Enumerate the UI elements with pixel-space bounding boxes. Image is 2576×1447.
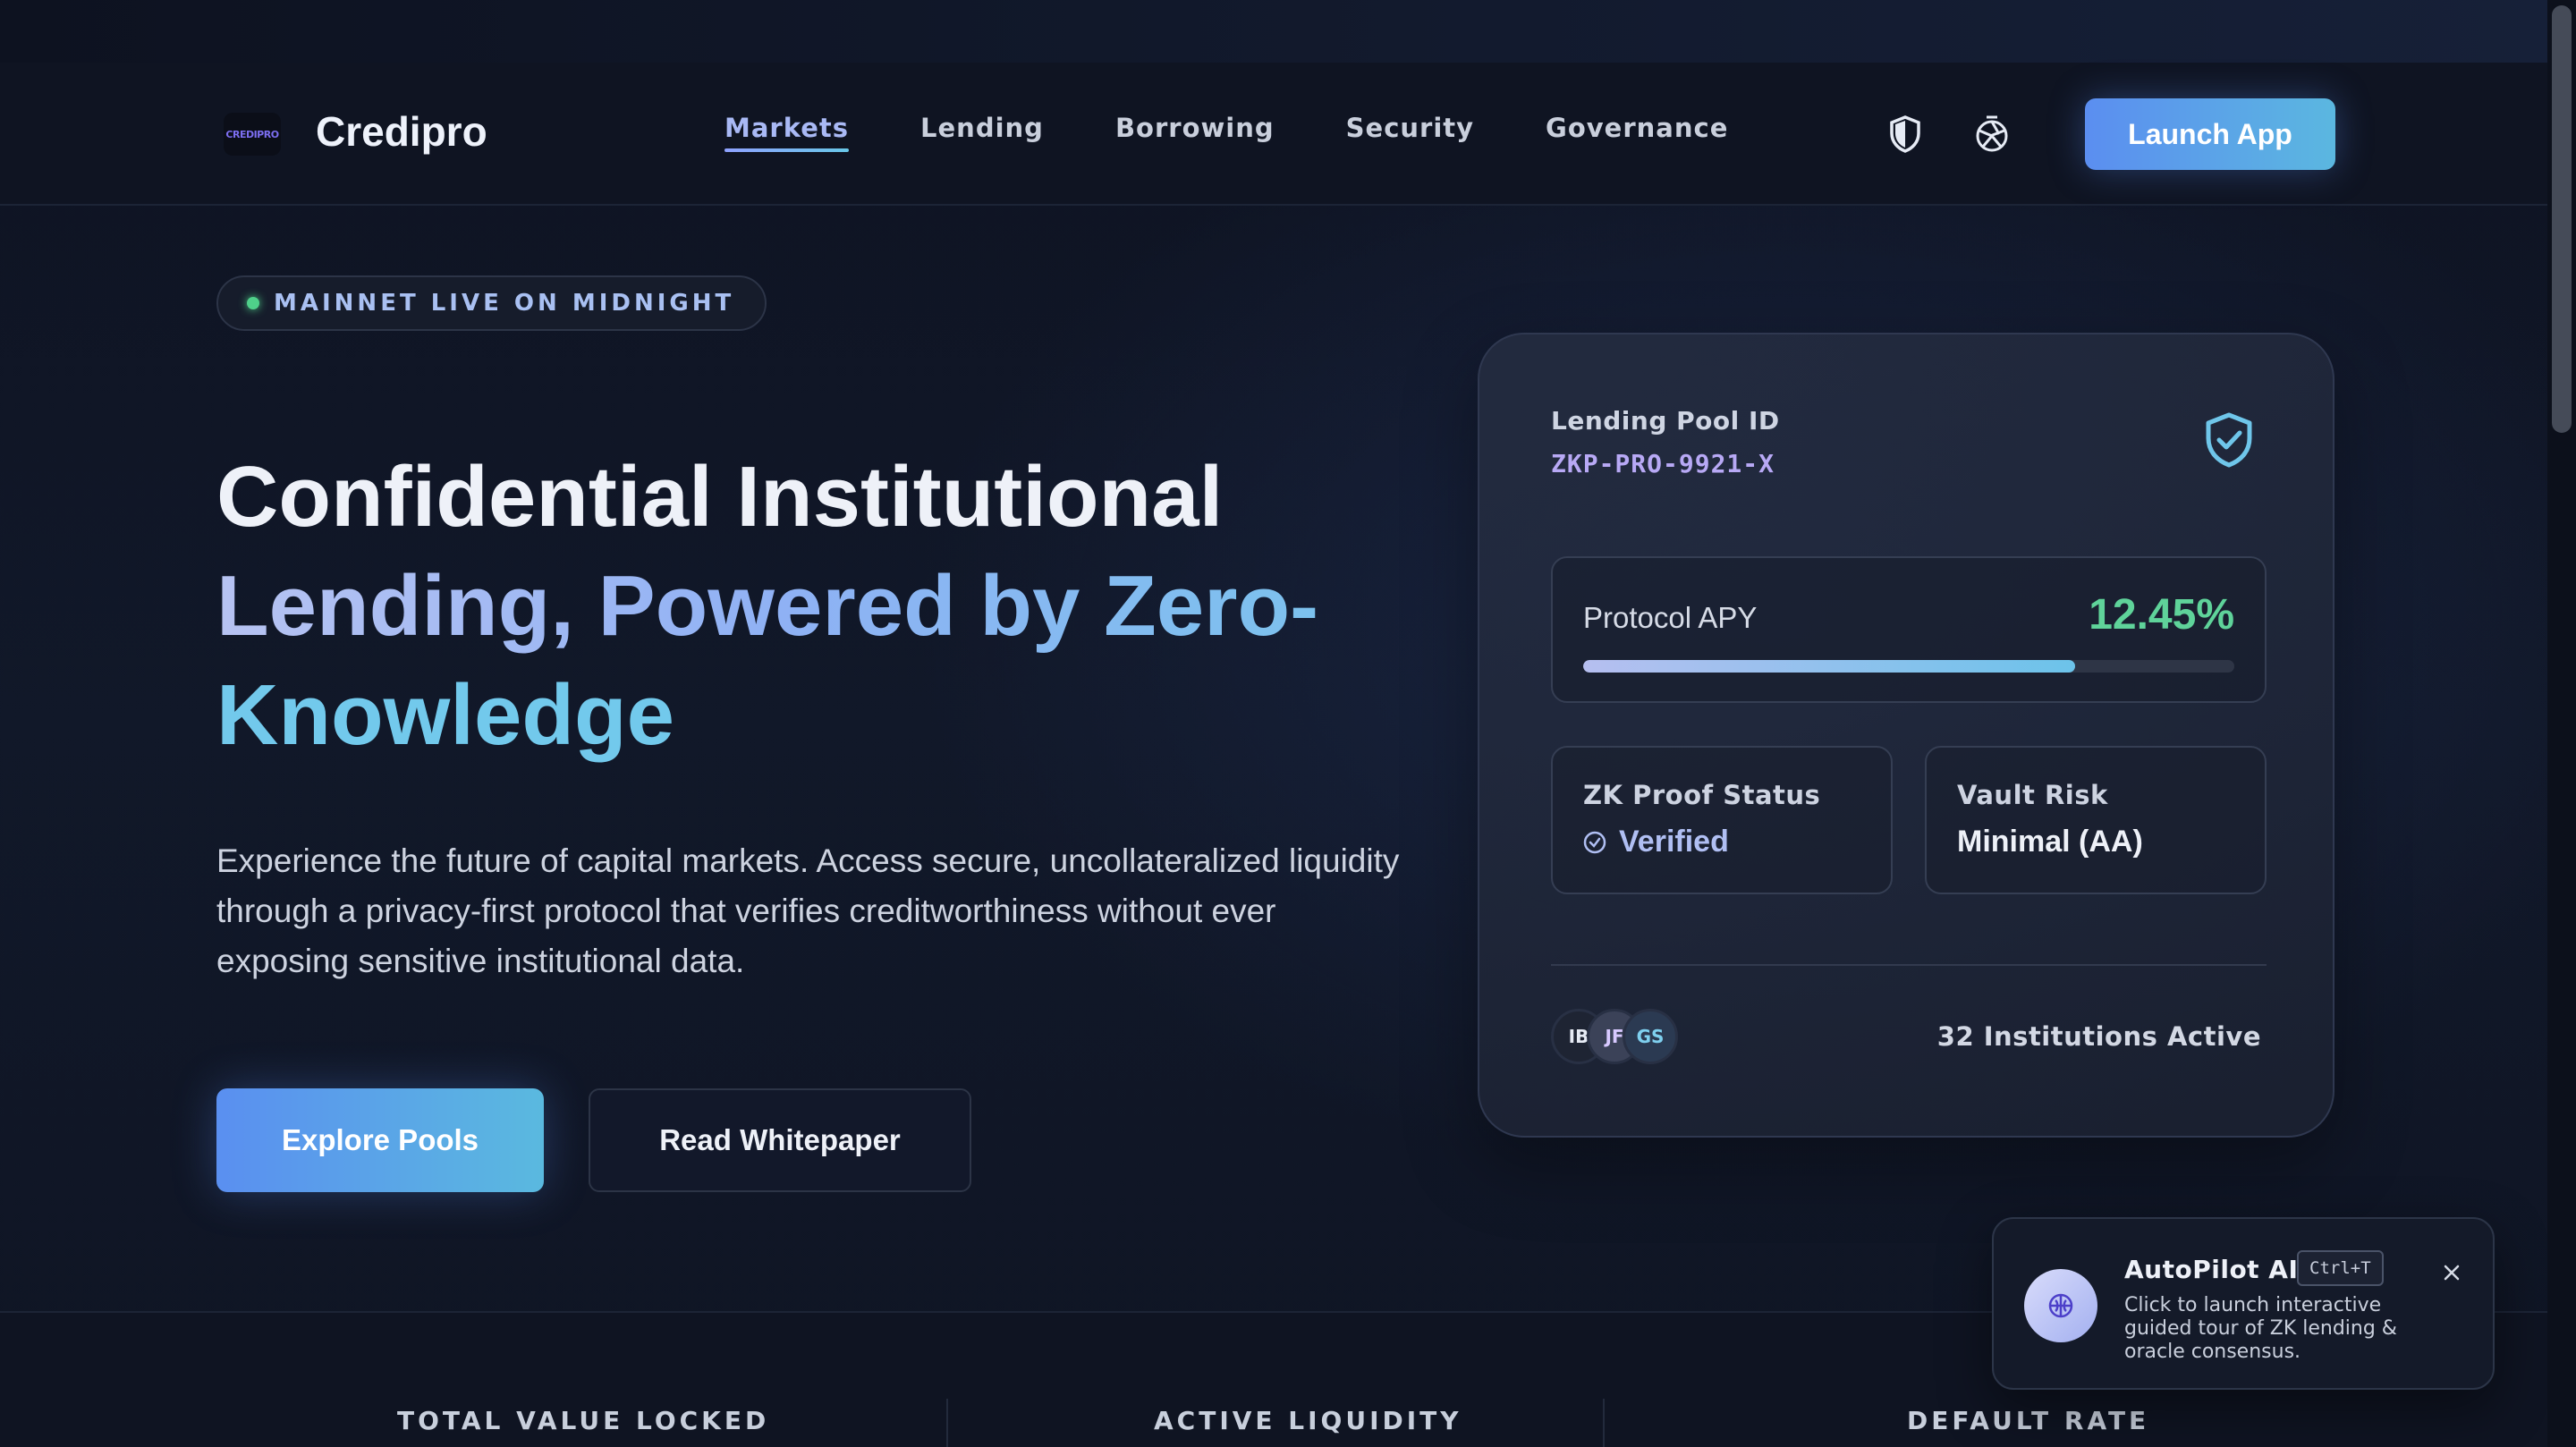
- card-divider: [1551, 964, 2267, 966]
- stat-default-rate: DEFAULT RATE: [1907, 1406, 2150, 1435]
- close-icon[interactable]: [2434, 1255, 2470, 1290]
- check-circle-icon: [1583, 831, 1606, 853]
- stat-divider: [1603, 1399, 1605, 1447]
- hero-line-2: Lending, Powered by Zero-: [216, 552, 1469, 661]
- top-strip: [0, 0, 2576, 63]
- vault-risk-label: Vault Risk: [1957, 780, 2108, 810]
- zk-proof-panel: ZK Proof Status Verified: [1551, 746, 1893, 894]
- zk-proof-label: ZK Proof Status: [1583, 780, 1821, 810]
- explore-pools-button[interactable]: Explore Pools: [216, 1088, 544, 1192]
- shield-check-icon: [2202, 411, 2256, 469]
- zk-proof-value: Verified: [1619, 825, 1729, 859]
- avatar: GS: [1623, 1009, 1678, 1064]
- nav-governance[interactable]: Governance: [1546, 113, 1728, 152]
- vault-risk-value: Minimal (AA): [1957, 825, 2143, 859]
- zk-proof-status: Verified: [1583, 825, 1729, 859]
- stat-total-value-locked: TOTAL VALUE LOCKED: [397, 1406, 770, 1435]
- autopilot-toast[interactable]: AutoPilot AI Ctrl+T Click to launch inte…: [1992, 1217, 2495, 1390]
- apy-value: 12.45%: [2089, 591, 2234, 639]
- apy-label: Protocol APY: [1583, 601, 1758, 634]
- hero-line-3: Knowledge: [216, 667, 675, 763]
- nav-borrowing[interactable]: Borrowing: [1115, 113, 1275, 152]
- vault-risk-panel: Vault Risk Minimal (AA): [1925, 746, 2267, 894]
- brand-name[interactable]: Credipro: [316, 107, 487, 156]
- status-dot: [247, 297, 259, 309]
- protocol-apy-panel: Protocol APY 12.45%: [1551, 556, 2267, 703]
- nav-security[interactable]: Security: [1346, 113, 1474, 152]
- hero-title: Confidential Institutional Lending, Powe…: [216, 443, 1469, 770]
- launch-app-button[interactable]: Launch App: [2085, 98, 2335, 170]
- pool-id-label: Lending Pool ID: [1551, 406, 1780, 436]
- keyboard-shortcut: Ctrl+T: [2297, 1250, 2384, 1286]
- brand-logo[interactable]: CREDIPRO: [224, 113, 281, 156]
- brain-icon: [2024, 1269, 2097, 1342]
- institutions-count: 32 Institutions Active: [1936, 1021, 2261, 1052]
- lending-pool-card: Lending Pool ID ZKP-PRO-9921-X Protocol …: [1478, 333, 2334, 1138]
- stat-divider: [946, 1399, 948, 1447]
- logo-text: CREDIPRO: [225, 128, 279, 140]
- institution-avatars: IB JF GS: [1551, 1009, 1694, 1064]
- nav-lending[interactable]: Lending: [920, 113, 1044, 152]
- apy-progress-track: [1583, 660, 2234, 673]
- read-whitepaper-button[interactable]: Read Whitepaper: [589, 1088, 971, 1192]
- hero-line-1: Confidential Institutional: [216, 449, 1224, 545]
- aperture-icon[interactable]: [1970, 113, 2013, 156]
- apy-progress-fill: [1583, 660, 2075, 673]
- mainnet-badge: MAINNET LIVE ON MIDNIGHT: [216, 275, 767, 331]
- hero-description: Experience the future of capital markets…: [216, 842, 1400, 979]
- stat-active-liquidity: ACTIVE LIQUIDITY: [1154, 1406, 1462, 1435]
- toast-body: Click to launch interactive guided tour …: [2124, 1294, 2397, 1363]
- scrollbar-thumb[interactable]: [2552, 5, 2572, 433]
- shield-icon[interactable]: [1884, 113, 1927, 156]
- pool-id-value: ZKP-PRO-9921-X: [1551, 449, 1775, 478]
- badge-text: MAINNET LIVE ON MIDNIGHT: [274, 290, 735, 317]
- main-nav: Markets Lending Borrowing Security Gover…: [724, 113, 1800, 152]
- site-header: CREDIPRO Credipro Markets Lending Borrow…: [0, 63, 2547, 206]
- toast-title: AutoPilot AI: [2124, 1255, 2299, 1284]
- nav-markets[interactable]: Markets: [724, 113, 850, 152]
